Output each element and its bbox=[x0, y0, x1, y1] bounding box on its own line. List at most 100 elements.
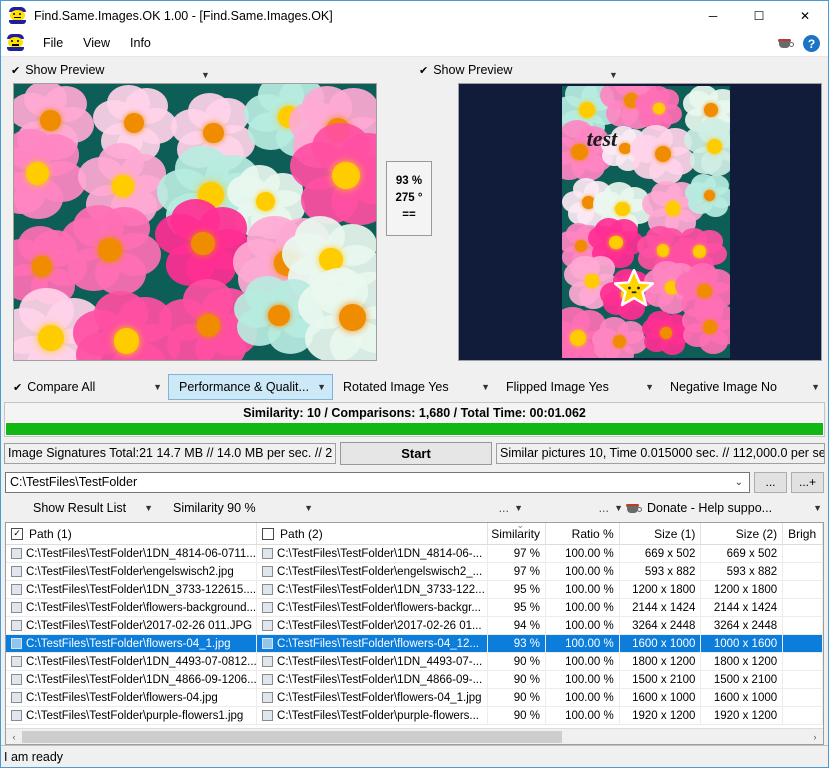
progress-bar-track bbox=[4, 422, 825, 437]
filter-label: Show Result List bbox=[33, 501, 127, 515]
cell-text: C:\TestFiles\TestFolder\flowers-04_12... bbox=[277, 637, 479, 650]
chevron-down-icon[interactable]: ▼ bbox=[144, 503, 153, 513]
cell-size2: 2144 x 1424 bbox=[701, 599, 784, 616]
match-percent: 93 % bbox=[395, 175, 423, 188]
extra-dropdown-2[interactable]: ... ▼ bbox=[525, 501, 625, 515]
similarity-threshold-dropdown[interactable]: Similarity 90 % ▼ bbox=[155, 501, 315, 515]
folder-path-row: C:\TestFiles\TestFolder ⌄ ... ...+ bbox=[5, 470, 824, 494]
coffee-donate-icon[interactable] bbox=[777, 36, 794, 51]
preview-image-right[interactable]: test bbox=[457, 83, 823, 361]
menu-item-file[interactable]: File bbox=[33, 33, 73, 53]
option-rotated-image[interactable]: Rotated Image Yes ▼ bbox=[333, 374, 496, 400]
scroll-right-arrow[interactable]: › bbox=[807, 732, 823, 742]
horizontal-scrollbar[interactable]: ‹ › bbox=[6, 728, 823, 744]
folder-path-value: C:\TestFiles\TestFolder bbox=[10, 475, 138, 489]
cell-size2: 1500 x 2100 bbox=[701, 671, 784, 688]
option-performance-quality[interactable]: Performance & Qualit... ▼ bbox=[168, 374, 333, 400]
cell-similarity: 90 % bbox=[488, 671, 546, 688]
column-header-path1[interactable]: ✓ Path (1) bbox=[6, 523, 258, 544]
cell-path2: C:\TestFiles\TestFolder\1DN_4866-09-... bbox=[257, 671, 489, 688]
app-window: Find.Same.Images.OK 1.00 - [Find.Same.Im… bbox=[0, 0, 829, 768]
chevron-down-icon[interactable]: ▼ bbox=[614, 503, 623, 513]
show-result-list-dropdown[interactable]: Show Result List ▼ bbox=[5, 501, 155, 515]
column-header-path2[interactable]: Path (2) bbox=[257, 523, 489, 544]
cell-size2: 3264 x 2448 bbox=[701, 617, 784, 634]
table-row[interactable]: C:\TestFiles\TestFolder\1DN_4493-07-0812… bbox=[6, 653, 823, 671]
table-row[interactable]: C:\TestFiles\TestFolder\flowers-04.jpg C:… bbox=[6, 689, 823, 707]
table-row[interactable]: C:\TestFiles\TestFolder\1DN_4866-09-1206… bbox=[6, 671, 823, 689]
preview-image-left[interactable] bbox=[13, 83, 378, 361]
coffee-donate-icon bbox=[625, 501, 642, 516]
cell-similarity: 97 % bbox=[488, 545, 546, 562]
scroll-left-arrow[interactable]: ‹ bbox=[6, 732, 22, 742]
match-info-box: 93 % 275 ° == bbox=[386, 161, 432, 236]
cell-path1: C:\TestFiles\TestFolder\engelswisch2.jpg bbox=[6, 563, 258, 580]
cell-ratio: 100.00 % bbox=[546, 617, 620, 634]
show-preview-left-toggle[interactable]: ✔ Show Preview ▼ bbox=[1, 63, 409, 80]
chevron-down-icon[interactable]: ▼ bbox=[201, 70, 210, 80]
smiley-app-icon bbox=[9, 6, 27, 25]
chevron-down-icon[interactable]: ▼ bbox=[813, 503, 822, 513]
option-compare-all[interactable]: ✔ Compare All ▼ bbox=[3, 374, 168, 400]
chevron-down-icon[interactable]: ▼ bbox=[609, 70, 618, 80]
preview-headers: ✔ Show Preview ▼ ✔ Show Preview ▼ bbox=[1, 57, 828, 83]
column-header-similarity[interactable]: ⌄ Similarity bbox=[488, 523, 546, 544]
cell-size2: 669 x 502 bbox=[701, 545, 784, 562]
scrollbar-track[interactable] bbox=[22, 729, 807, 745]
chevron-down-icon[interactable]: ▼ bbox=[304, 503, 313, 513]
close-button[interactable]: ✕ bbox=[782, 1, 828, 30]
cell-text: C:\TestFiles\TestFolder\1DN_3733-122... bbox=[277, 583, 485, 596]
star-sticker-icon bbox=[613, 268, 654, 307]
folder-path-input[interactable]: C:\TestFiles\TestFolder ⌄ bbox=[5, 471, 750, 493]
path2-select-all-checkbox[interactable] bbox=[262, 527, 275, 540]
chevron-down-icon[interactable]: ▼ bbox=[481, 382, 490, 392]
cell-path1: C:\TestFiles\TestFolder\flowers-04.jpg bbox=[6, 689, 258, 706]
extra-dropdown-1[interactable]: ... ▼ bbox=[315, 501, 525, 515]
maximize-button[interactable]: ☐ bbox=[736, 1, 782, 30]
cell-path2: C:\TestFiles\TestFolder\1DN_4493-07-... bbox=[257, 653, 489, 670]
cell-brightness bbox=[783, 563, 823, 580]
show-preview-right-toggle[interactable]: ✔ Show Preview ▼ bbox=[409, 63, 820, 80]
table-row[interactable]: C:\TestFiles\TestFolder\2017-02-26 011.J… bbox=[6, 617, 823, 635]
file-icon bbox=[11, 602, 22, 613]
column-header-size2[interactable]: Size (2) bbox=[701, 523, 784, 544]
chevron-down-icon[interactable]: ⌄ bbox=[735, 477, 743, 488]
column-header-size1[interactable]: Size (1) bbox=[620, 523, 702, 544]
cell-ratio: 100.00 % bbox=[546, 599, 620, 616]
cell-size2: 1200 x 1800 bbox=[701, 581, 784, 598]
table-row[interactable]: C:\TestFiles\TestFolder\1DN_4814-06-0711… bbox=[6, 545, 823, 563]
start-button[interactable]: Start bbox=[340, 442, 492, 465]
cell-similarity: 90 % bbox=[488, 707, 546, 724]
browse-button[interactable]: ... bbox=[754, 471, 787, 493]
minimize-button[interactable]: ─ bbox=[690, 1, 736, 30]
results-table: ✓ Path (1) Path (2) ⌄ Similarity Ratio %… bbox=[5, 522, 824, 745]
column-header-brightness[interactable]: Brigh bbox=[783, 523, 823, 544]
similarity-status-text: Similarity: 10 / Comparisons: 1,680 / To… bbox=[4, 402, 825, 422]
column-label: Path (2) bbox=[280, 526, 323, 541]
chevron-down-icon[interactable]: ▼ bbox=[645, 382, 654, 392]
column-label: Size (2) bbox=[735, 526, 778, 541]
cell-path2: C:\TestFiles\TestFolder\purple-flowers..… bbox=[257, 707, 489, 724]
cell-text: C:\TestFiles\TestFolder\2017-02-26 01... bbox=[277, 619, 482, 632]
column-header-ratio[interactable]: Ratio % bbox=[546, 523, 620, 544]
chevron-down-icon[interactable]: ▼ bbox=[811, 382, 820, 392]
table-row[interactable]: C:\TestFiles\TestFolder\1DN_3733-122615.… bbox=[6, 581, 823, 599]
chevron-down-icon[interactable]: ▼ bbox=[317, 382, 326, 392]
cell-text: C:\TestFiles\TestFolder\engelswisch2.jpg bbox=[26, 565, 234, 578]
chevron-down-icon[interactable]: ▼ bbox=[514, 503, 523, 513]
table-row[interactable]: C:\TestFiles\TestFolder\purple-flowers1.… bbox=[6, 707, 823, 725]
donate-dropdown[interactable]: Donate - Help suppo... ▼ bbox=[625, 501, 824, 516]
table-row[interactable]: C:\TestFiles\TestFolder\flowers-04_1.jpg… bbox=[6, 635, 823, 653]
table-row[interactable]: C:\TestFiles\TestFolder\engelswisch2.jpg… bbox=[6, 563, 823, 581]
option-flipped-image[interactable]: Flipped Image Yes ▼ bbox=[496, 374, 660, 400]
table-row[interactable]: C:\TestFiles\TestFolder\flowers-backgrou… bbox=[6, 599, 823, 617]
chevron-down-icon[interactable]: ▼ bbox=[153, 382, 162, 392]
scrollbar-thumb[interactable] bbox=[22, 730, 562, 743]
help-question-icon[interactable]: ? bbox=[803, 35, 820, 52]
menu-item-view[interactable]: View bbox=[73, 33, 120, 53]
file-icon bbox=[262, 602, 274, 613]
path1-select-all-checkbox[interactable]: ✓ bbox=[11, 527, 23, 540]
menu-item-info[interactable]: Info bbox=[120, 33, 161, 53]
browse-add-button[interactable]: ...+ bbox=[791, 471, 824, 493]
option-negative-image[interactable]: Negative Image No ▼ bbox=[660, 374, 826, 400]
